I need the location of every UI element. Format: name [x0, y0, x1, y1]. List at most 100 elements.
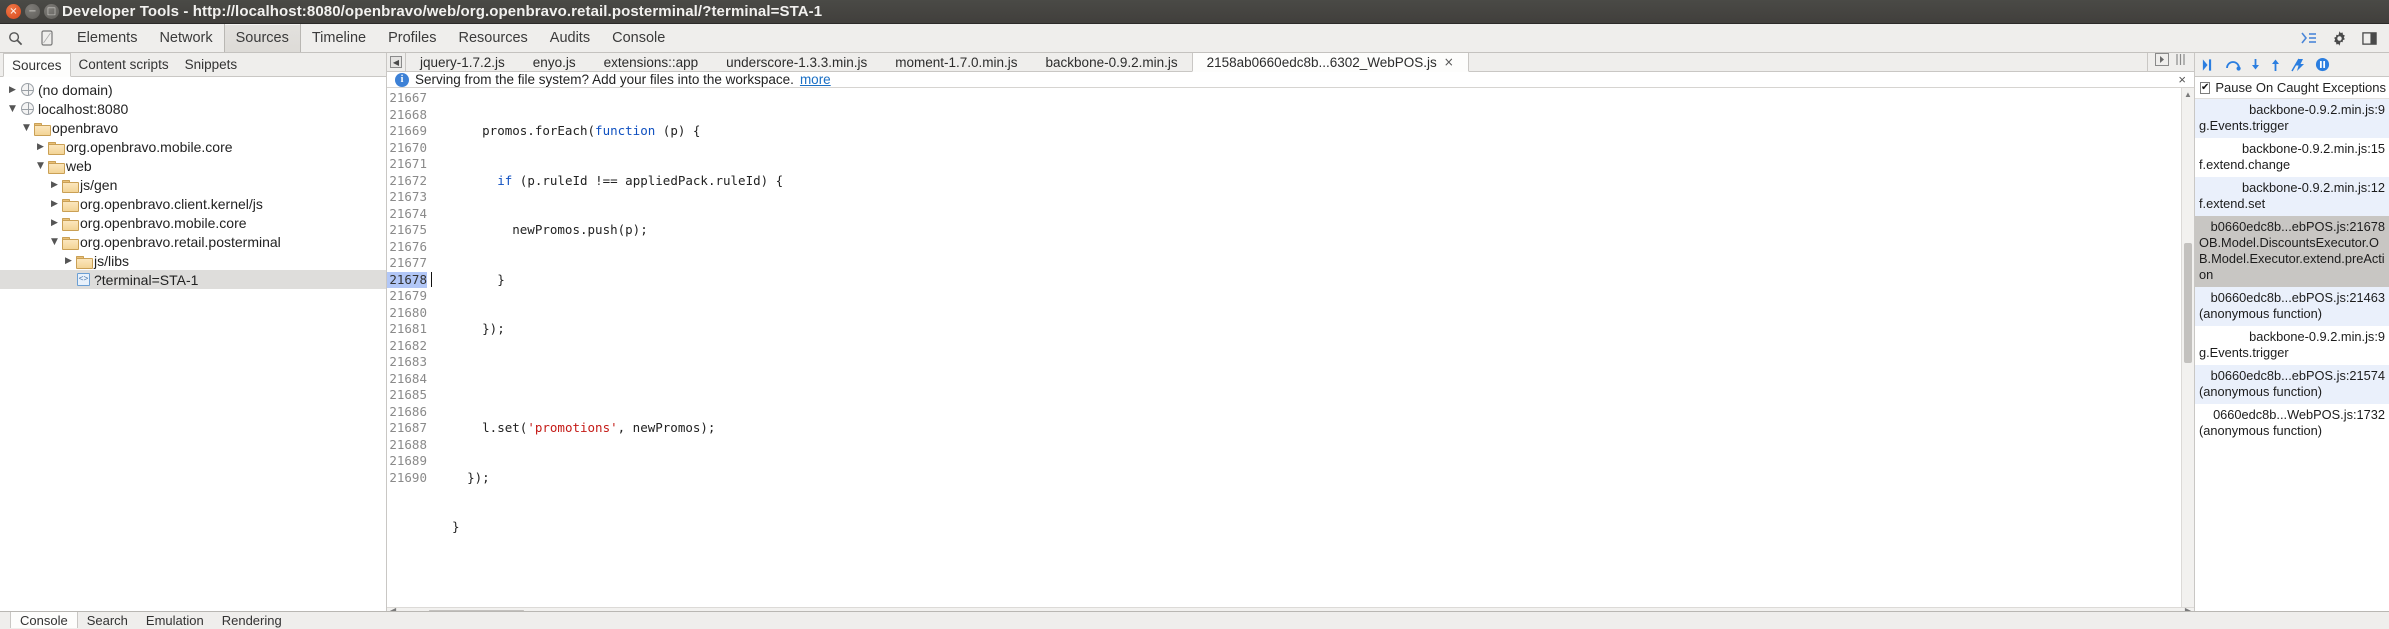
resume-script-button[interactable]	[2201, 58, 2216, 72]
settings-button[interactable]	[2331, 30, 2348, 47]
file-tab-moment[interactable]: moment-1.7.0.min.js	[881, 53, 1031, 71]
chevron-down-icon[interactable]: ▼	[20, 123, 33, 133]
step-over-button[interactable]	[2225, 58, 2241, 72]
checkbox[interactable]: ✔	[2200, 81, 2211, 94]
sources-navigator-panel: Sources Content scripts Snippets ▶ (no d…	[0, 53, 387, 629]
drawer-tab-search[interactable]: Search	[78, 612, 137, 628]
tree-item-no-domain[interactable]: ▶ (no domain)	[0, 80, 386, 99]
call-stack-item[interactable]: b0660edc8b...ebPOS.js:21574 (anonymous f…	[2195, 365, 2389, 404]
chevron-down-icon[interactable]: ▼	[6, 104, 19, 114]
call-stack-location: 0660edc8b...WebPOS.js:1732	[2213, 407, 2385, 422]
deactivate-breakpoints-icon	[2291, 58, 2304, 71]
tree-item-client-kernel-js[interactable]: ▶ org.openbravo.client.kernel/js	[0, 194, 386, 213]
navigator-tab-content-scripts[interactable]: Content scripts	[71, 53, 177, 76]
call-stack-location: backbone-0.9.2.min.js:9	[2249, 329, 2385, 344]
step-out-button[interactable]	[2270, 58, 2281, 72]
call-stack-item[interactable]: 0660edc8b...WebPOS.js:1732 (anonymous fu…	[2195, 404, 2389, 443]
devtools-main: Sources Content scripts Snippets ▶ (no d…	[0, 53, 2389, 629]
call-stack-location: backbone-0.9.2.min.js:12	[2242, 180, 2385, 195]
call-stack-function: OB.Model.DiscountsExecutor.OB.Model.Exec…	[2199, 235, 2385, 282]
inspect-element-button[interactable]	[0, 24, 31, 52]
file-tab-backbone[interactable]: backbone-0.9.2.min.js	[1032, 53, 1192, 71]
tree-item-js-gen[interactable]: ▶ js/gen	[0, 175, 386, 194]
drawer-tab-label: Emulation	[145, 613, 204, 628]
infobar-more-link[interactable]: more	[800, 72, 831, 87]
chevron-right-icon[interactable]: ▶	[48, 218, 61, 228]
call-stack-item[interactable]: b0660edc8b...ebPOS.js:21463 (anonymous f…	[2195, 287, 2389, 326]
pause-on-exceptions-button[interactable]	[2315, 57, 2330, 72]
split-view-button[interactable]	[2175, 53, 2187, 71]
navigator-tab-snippets[interactable]: Snippets	[177, 53, 246, 76]
file-tab-label: underscore-1.3.3.min.js	[726, 54, 868, 70]
call-stack-item[interactable]: backbone-0.9.2.min.js:9 g.Events.trigger	[2195, 99, 2389, 138]
tree-item-localhost[interactable]: ▼ localhost:8080	[0, 99, 386, 118]
tab-sources[interactable]: Sources	[223, 24, 301, 52]
tab-console[interactable]: Console	[601, 24, 676, 52]
line-number-gutter: 21667 21668 21669 21670 21671 21672 2167…	[387, 88, 433, 607]
toggle-device-mode-button[interactable]	[31, 24, 62, 52]
chevron-right-icon[interactable]: ▶	[48, 180, 61, 190]
vertical-scroll-thumb[interactable]	[2184, 243, 2192, 363]
drawer-tab-label: Rendering	[221, 613, 282, 628]
tree-item-mobile-core[interactable]: ▶ org.openbravo.mobile.core	[0, 137, 386, 156]
tab-timeline[interactable]: Timeline	[301, 24, 377, 52]
dock-position-button[interactable]	[2362, 31, 2377, 46]
chevron-down-icon[interactable]: ▼	[48, 237, 61, 247]
tab-network[interactable]: Network	[148, 24, 223, 52]
deactivate-breakpoints-button[interactable]	[2290, 58, 2306, 72]
chevron-right-icon[interactable]: ▶	[62, 256, 75, 266]
drawer-tab-label: Console	[20, 613, 68, 628]
tab-resources[interactable]: Resources	[447, 24, 538, 52]
pause-on-caught-exceptions-row[interactable]: ✔ Pause On Caught Exceptions	[2195, 77, 2389, 99]
call-stack-item[interactable]: backbone-0.9.2.min.js:9 g.Events.trigger	[2195, 326, 2389, 365]
tree-item-retail-posterminal[interactable]: ▼ org.openbravo.retail.posterminal	[0, 232, 386, 251]
show-console-drawer-button[interactable]	[2301, 31, 2317, 45]
editor-vertical-scrollbar[interactable]: ▲	[2181, 88, 2194, 607]
chevron-right-icon[interactable]: ▶	[6, 85, 19, 95]
navigator-tab-sources[interactable]: Sources	[3, 53, 71, 77]
drawer-tab-console[interactable]: Console	[10, 612, 78, 628]
tree-item-web[interactable]: ▼ web	[0, 156, 386, 175]
tree-item-openbravo[interactable]: ▼ openbravo	[0, 118, 386, 137]
tab-label: Console	[612, 30, 666, 46]
file-tab-jquery[interactable]: jquery-1.7.2.js	[406, 53, 519, 71]
code-editor[interactable]: 21667 21668 21669 21670 21671 21672 2167…	[387, 88, 2194, 607]
tree-item-terminal-sta-1[interactable]: <> ?terminal=STA-1	[0, 270, 386, 289]
split-view-icon	[2176, 54, 2185, 65]
chevron-right-icon[interactable]: ▶	[34, 142, 47, 152]
code-text[interactable]: promos.forEach(function (p) { if (p.rule…	[433, 88, 2181, 607]
chevron-left-icon: ◀	[390, 56, 402, 68]
line-number: 21674	[389, 205, 427, 221]
tree-item-js-libs[interactable]: ▶ js/libs	[0, 251, 386, 270]
drawer-tab-rendering[interactable]: Rendering	[213, 612, 291, 628]
show-navigator-button[interactable]	[2155, 53, 2169, 71]
call-stack-item[interactable]: backbone-0.9.2.min.js:15 f.extend.change	[2195, 138, 2389, 177]
debugger-toolbar	[2195, 53, 2389, 77]
file-tab-enyo[interactable]: enyo.js	[519, 53, 590, 71]
call-stack-item-selected[interactable]: b0660edc8b...ebPOS.js:21678 OB.Model.Dis…	[2195, 216, 2389, 287]
folder-icon	[61, 179, 79, 193]
drawer-tab-emulation[interactable]: Emulation	[137, 612, 213, 628]
tree-item-mobile-core-web[interactable]: ▶ org.openbravo.mobile.core	[0, 213, 386, 232]
file-tab-extensions-app[interactable]: extensions::app	[590, 53, 713, 71]
tab-elements[interactable]: Elements	[66, 24, 148, 52]
file-tab-webpos[interactable]: 2158ab0660edc8b...6302_WebPOS.js ×	[1191, 53, 1469, 72]
file-tab-label: enyo.js	[532, 54, 576, 70]
tree-item-label: js/libs	[94, 252, 130, 269]
chevron-right-icon[interactable]: ▶	[48, 199, 61, 209]
file-tab-underscore[interactable]: underscore-1.3.3.min.js	[712, 53, 881, 71]
close-icon[interactable]: ×	[2178, 72, 2186, 87]
close-icon[interactable]: ×	[1444, 55, 1454, 69]
line-number: 21676	[389, 238, 427, 254]
code-area[interactable]: 21667 21668 21669 21670 21671 21672 2167…	[387, 88, 2181, 607]
tab-audits[interactable]: Audits	[539, 24, 601, 52]
chevron-down-icon[interactable]: ▼	[34, 161, 47, 171]
scroll-up-icon[interactable]: ▲	[2182, 90, 2194, 99]
tab-profiles[interactable]: Profiles	[377, 24, 447, 52]
file-tabs-scroll-left-button[interactable]: ◀	[387, 53, 406, 71]
call-stack-item[interactable]: backbone-0.9.2.min.js:12 f.extend.set	[2195, 177, 2389, 216]
step-into-button[interactable]	[2250, 58, 2261, 72]
code-line: }	[437, 519, 460, 534]
call-stack-list: backbone-0.9.2.min.js:9 g.Events.trigger…	[2195, 99, 2389, 443]
